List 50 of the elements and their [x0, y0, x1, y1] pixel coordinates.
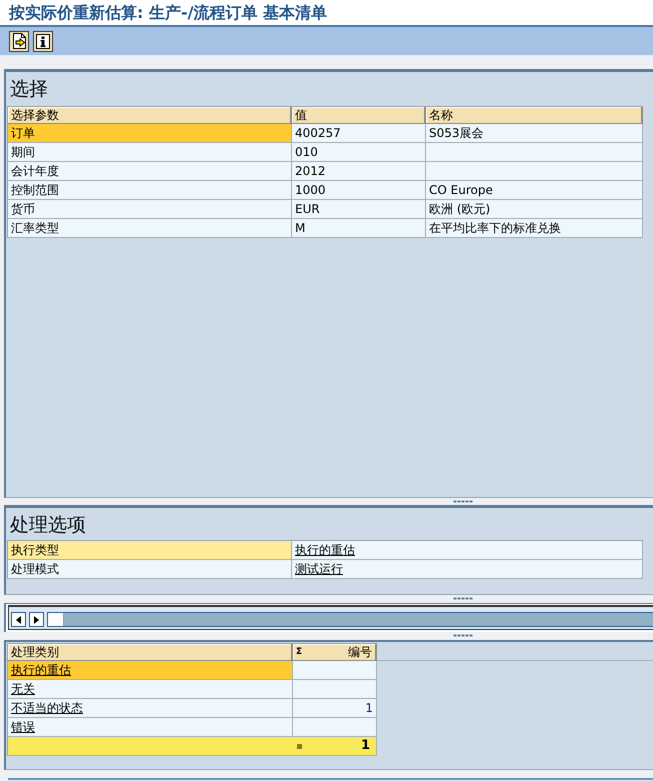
value-link[interactable]: 执行的重估 — [295, 543, 355, 557]
category-link[interactable]: 无关 — [11, 682, 35, 696]
table-cell[interactable]: 执行类型 — [8, 541, 292, 560]
table-cell: 1 — [293, 699, 377, 718]
table-cell: 在平均比率下的标准兑换 — [426, 219, 643, 238]
triangle-left-icon — [16, 616, 21, 624]
category-link[interactable]: 错误 — [11, 720, 35, 734]
splitter-grip-icon[interactable] — [453, 634, 473, 637]
info-icon — [36, 34, 50, 48]
value-link[interactable]: 测试运行 — [295, 562, 343, 576]
triangle-right-icon — [34, 616, 39, 624]
table-cell[interactable]: 会计年度 — [8, 162, 292, 181]
total-marker-icon — [297, 744, 302, 748]
table-cell: 欧洲 (欧元) — [426, 200, 643, 219]
info-button[interactable] — [33, 30, 53, 52]
table-cell[interactable]: 控制范围 — [8, 181, 292, 200]
section-heading: 选择 — [10, 78, 48, 100]
category-link[interactable]: 执行的重估 — [11, 663, 71, 677]
document-arrow-icon — [12, 33, 26, 49]
table-cell: 010 — [292, 143, 426, 162]
table-cell: S053展会 — [426, 124, 643, 143]
table-cell[interactable]: 订单 — [8, 124, 292, 143]
total-value: 1 — [360, 737, 370, 755]
scroll-right-button[interactable] — [29, 612, 44, 627]
table-cell: 1000 — [292, 181, 426, 200]
table-cell[interactable]: 汇率类型 — [8, 219, 292, 238]
table-cell[interactable]: 期间 — [8, 143, 292, 162]
column-header[interactable]: 值 — [292, 107, 426, 124]
column-header[interactable]: 处理类别 — [8, 644, 293, 661]
category-link[interactable]: 不适当的状态 — [11, 701, 83, 715]
splitter-grip-icon[interactable] — [453, 597, 473, 600]
table-cell: M — [292, 219, 426, 238]
window-title: 按实际价重新估算: 生产-/流程订单 基本清单 — [9, 3, 328, 22]
column-label: 编号 — [348, 644, 372, 660]
scroll-thumb[interactable] — [48, 613, 64, 626]
table-cell[interactable]: 货币 — [8, 200, 292, 219]
column-header[interactable]: 名称 — [426, 107, 643, 124]
column-header[interactable]: Σ 编号 — [293, 644, 377, 661]
table-cell[interactable]: 处理模式 — [8, 560, 292, 579]
table-cell: 2012 — [292, 162, 426, 181]
section-heading: 处理选项 — [10, 514, 86, 536]
table-cell: 400257 — [292, 124, 426, 143]
scroll-left-button[interactable] — [11, 612, 26, 627]
column-header[interactable]: 选择参数 — [8, 107, 292, 124]
document-button[interactable] — [9, 30, 29, 52]
scroll-track[interactable] — [47, 612, 653, 627]
splitter-grip-icon[interactable] — [453, 500, 473, 503]
table-cell: CO Europe — [426, 181, 643, 200]
sum-symbol: Σ — [296, 647, 302, 657]
table-cell: EUR — [292, 200, 426, 219]
